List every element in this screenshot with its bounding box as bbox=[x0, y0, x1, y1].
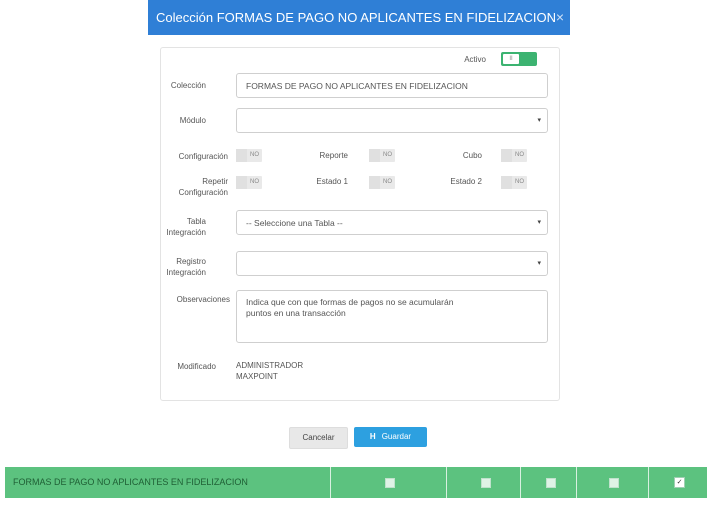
coleccion-input[interactable]: FORMAS DE PAGO NO APLICANTES EN FIDELIZA… bbox=[236, 73, 548, 98]
registro-label: Registro Integración bbox=[166, 256, 206, 278]
close-icon[interactable]: × bbox=[556, 0, 564, 35]
checkbox-unchecked bbox=[481, 478, 491, 488]
estado2-toggle[interactable]: NO bbox=[501, 176, 527, 189]
chevron-down-icon: ▾ bbox=[537, 260, 541, 267]
registro-integracion-select[interactable]: ▾ bbox=[236, 251, 548, 276]
table-row[interactable]: FORMAS DE PAGO NO APLICANTES EN FIDELIZA… bbox=[5, 467, 707, 498]
registro-label-line1: Registro bbox=[176, 257, 206, 266]
checkbox-unchecked bbox=[546, 478, 556, 488]
row-name: FORMAS DE PAGO NO APLICANTES EN FIDELIZA… bbox=[13, 477, 248, 487]
activo-label: Activo bbox=[464, 55, 486, 64]
checkbox-unchecked bbox=[385, 478, 395, 488]
repetir-label: Repetir Configuración bbox=[166, 176, 228, 198]
toggle-state: NO bbox=[515, 152, 524, 158]
reporte-toggle[interactable]: NO bbox=[369, 149, 395, 162]
toggle-knob bbox=[236, 149, 247, 162]
repetir-configuracion-toggle[interactable]: NO bbox=[236, 176, 262, 189]
coleccion-label: Colección bbox=[170, 81, 206, 90]
observaciones-line2: puntos en una transacción bbox=[246, 308, 346, 318]
toggle-knob bbox=[369, 176, 380, 189]
observaciones-line1: Indica que con que formas de pagos no se… bbox=[246, 297, 454, 307]
activo-toggle-knob: II bbox=[503, 54, 519, 64]
table-cell: ✓ bbox=[648, 467, 707, 498]
tabla-label: Tabla Integración bbox=[166, 216, 206, 238]
modal-title: Colección FORMAS DE PAGO NO APLICANTES E… bbox=[156, 10, 556, 25]
table-cell-name: FORMAS DE PAGO NO APLICANTES EN FIDELIZA… bbox=[5, 467, 330, 498]
save-label: Guardar bbox=[381, 432, 412, 441]
checkbox-unchecked bbox=[609, 478, 619, 488]
table-cell bbox=[330, 467, 446, 498]
chevron-down-icon: ▾ bbox=[537, 117, 541, 124]
coleccion-value: FORMAS DE PAGO NO APLICANTES EN FIDELIZA… bbox=[246, 81, 468, 91]
table-cell bbox=[576, 467, 648, 498]
observaciones-text: Indica que con que formas de pagos no se… bbox=[246, 297, 453, 319]
save-button[interactable]: H Guardar bbox=[354, 427, 427, 447]
cubo-label: Cubo bbox=[462, 151, 482, 160]
repetir-label-line2: Configuración bbox=[178, 188, 228, 197]
checkbox-checked-icon: ✓ bbox=[674, 477, 685, 488]
cancel-button[interactable]: Cancelar bbox=[289, 427, 348, 449]
modulo-label: Módulo bbox=[179, 116, 206, 125]
table-cell bbox=[520, 467, 576, 498]
repetir-label-line1: Repetir bbox=[202, 177, 228, 186]
toggle-state: NO bbox=[250, 179, 259, 185]
estado1-label: Estado 1 bbox=[316, 177, 348, 186]
toggle-knob bbox=[236, 176, 247, 189]
chevron-down-icon: ▾ bbox=[537, 219, 541, 226]
tabla-integracion-select[interactable]: -- Seleccione una Tabla -- ▾ bbox=[236, 210, 548, 235]
toggle-state: NO bbox=[515, 179, 524, 185]
modificado-line2: MAXPOINT bbox=[236, 372, 278, 381]
estado2-label: Estado 2 bbox=[450, 177, 482, 186]
observaciones-textarea[interactable]: Indica que con que formas de pagos no se… bbox=[236, 290, 548, 343]
modificado-line1: ADMINISTRADOR bbox=[236, 361, 304, 370]
modificado-label: Modificado bbox=[177, 362, 216, 371]
modificado-value: ADMINISTRADOR MAXPOINT bbox=[236, 360, 303, 382]
tabla-label-line2: Integración bbox=[166, 228, 206, 237]
modal-header: Colección FORMAS DE PAGO NO APLICANTES E… bbox=[148, 0, 570, 35]
reporte-label: Reporte bbox=[319, 151, 348, 160]
configuracion-toggle[interactable]: NO bbox=[236, 149, 262, 162]
tabla-label-line1: Tabla bbox=[186, 217, 206, 226]
tabla-value: -- Seleccione una Tabla -- bbox=[246, 218, 343, 228]
activo-toggle[interactable]: II bbox=[501, 52, 537, 66]
configuracion-label: Configuración bbox=[178, 152, 228, 161]
toggle-knob bbox=[369, 149, 380, 162]
toggle-state: NO bbox=[250, 152, 259, 158]
toggle-knob bbox=[501, 176, 512, 189]
observaciones-label: Observaciones bbox=[176, 295, 230, 304]
registro-label-line2: Integración bbox=[166, 268, 206, 277]
toggle-state: NO bbox=[383, 152, 392, 158]
estado1-toggle[interactable]: NO bbox=[369, 176, 395, 189]
table-cell bbox=[446, 467, 520, 498]
toggle-state: NO bbox=[383, 179, 392, 185]
toggle-knob bbox=[501, 149, 512, 162]
save-icon: H bbox=[369, 432, 376, 441]
cubo-toggle[interactable]: NO bbox=[501, 149, 527, 162]
modulo-select[interactable]: ▾ bbox=[236, 108, 548, 133]
